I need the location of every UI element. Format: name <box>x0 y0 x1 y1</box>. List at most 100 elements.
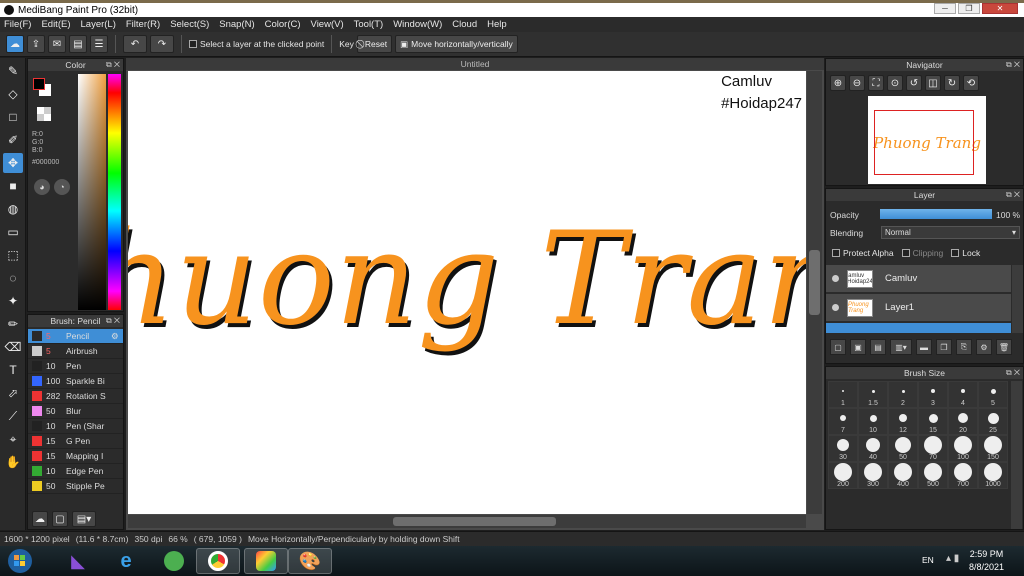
divide-tool-icon[interactable]: ⟋ <box>3 406 23 426</box>
brush-size-option[interactable]: 100 <box>948 435 978 462</box>
magic-wand-tool-icon[interactable]: ✦ <box>3 291 23 311</box>
minimize-icon[interactable]: ─ <box>934 3 956 14</box>
text-tool-icon[interactable]: T <box>3 360 23 380</box>
visibility-icon[interactable] <box>832 275 839 282</box>
taskbar-medibang[interactable] <box>244 548 288 574</box>
menu-item[interactable]: Layer(L) <box>81 19 116 30</box>
layer-settings-icon[interactable]: ⚙ <box>976 339 992 355</box>
brush-size-option[interactable]: 10 <box>858 408 888 435</box>
restore-icon[interactable]: ❐ <box>958 3 980 14</box>
brush-size-option[interactable]: 5 <box>978 381 1008 408</box>
color-picker-icon[interactable]: ◔ <box>54 179 70 195</box>
navigator-viewport[interactable] <box>874 110 974 175</box>
new-8bit-layer-icon[interactable]: ▤ <box>870 339 886 355</box>
dot-tool-icon[interactable]: □ <box>3 107 23 127</box>
brush-size-option[interactable]: 1 <box>828 381 858 408</box>
brush-item[interactable]: 282 Rotation S <box>28 389 123 404</box>
panel-close-icon[interactable]: ⧉ ✕ <box>106 316 120 326</box>
blending-select[interactable]: Normal ▾ <box>881 226 1020 239</box>
brush-item[interactable]: 100 Sparkle Bi <box>28 374 123 389</box>
flip-icon[interactable]: ◫ <box>925 75 941 91</box>
brush-item[interactable]: 15 G Pen <box>28 434 123 449</box>
menu-item[interactable]: File(F) <box>4 19 31 30</box>
clock[interactable]: 2:59 PM 8/8/2021 <box>969 548 1004 574</box>
opacity-slider[interactable] <box>880 209 992 219</box>
new-halftone-layer-icon[interactable]: ▣ <box>850 339 866 355</box>
bucket-tool-icon[interactable]: ◍ <box>3 199 23 219</box>
brush-item[interactable]: 10 Edge Pen <box>28 464 123 479</box>
menu-item[interactable]: Snap(N) <box>219 19 254 30</box>
brush-size-option[interactable]: 300 <box>858 462 888 489</box>
select-eraser-tool-icon[interactable]: ⌫ <box>3 337 23 357</box>
vertical-scroll-thumb[interactable] <box>809 250 820 315</box>
gradient-tool-icon[interactable]: ▭ <box>3 222 23 242</box>
redo-button[interactable]: ↷ <box>150 35 174 53</box>
brush-item[interactable]: 5 Pencil ⚙ <box>28 329 123 344</box>
menu-item[interactable]: Edit(E) <box>41 19 70 30</box>
brush-item[interactable]: 50 Stipple Pe <box>28 479 123 494</box>
brush-size-option[interactable]: 20 <box>948 408 978 435</box>
brush-size-option[interactable]: 25 <box>978 408 1008 435</box>
lock-checkbox[interactable]: Lock <box>951 248 980 258</box>
add-layer-menu-icon[interactable]: ▥▾ <box>890 339 912 355</box>
canvas[interactable]: Phuong Trang Phuong Trang Camluv #Hoidap… <box>128 71 806 514</box>
hand-tool-icon[interactable]: ✋ <box>3 452 23 472</box>
brush-size-scrollbar[interactable] <box>1011 381 1022 529</box>
start-button[interactable] <box>2 548 38 574</box>
fit-icon[interactable]: ⛶ <box>868 75 884 91</box>
select-pen-tool-icon[interactable]: ✏ <box>3 314 23 334</box>
brush-item[interactable]: 15 Mapping I <box>28 449 123 464</box>
taskbar-internet-explorer[interactable]: e <box>104 548 148 574</box>
reset-view-icon[interactable]: ⟲ <box>963 75 979 91</box>
message-icon[interactable]: ▤ <box>69 35 87 53</box>
document-icon[interactable]: ☰ <box>90 35 108 53</box>
layer-row-selected[interactable] <box>826 323 1011 333</box>
taskbar-chrome[interactable] <box>196 548 240 574</box>
zoom-in-icon[interactable]: ⊕ <box>830 75 846 91</box>
brush-size-option[interactable]: 3 <box>918 381 948 408</box>
layer-row-layer1[interactable]: Phuong Trang Layer1 <box>826 294 1011 322</box>
menu-item[interactable]: Cloud <box>452 19 477 30</box>
brush-size-option[interactable]: 12 <box>888 408 918 435</box>
taskbar-paint[interactable]: 🎨 <box>288 548 332 574</box>
folder-icon[interactable]: ▬ <box>916 339 932 355</box>
menu-item[interactable]: Color(C) <box>265 19 301 30</box>
brush-tool-icon[interactable]: ✎ <box>3 61 23 81</box>
palette-icon[interactable]: ◕ <box>34 179 50 195</box>
brush-size-option[interactable]: 7 <box>828 408 858 435</box>
delete-layer-icon[interactable]: 🗑 <box>996 339 1012 355</box>
visibility-icon[interactable] <box>832 304 839 311</box>
menu-item[interactable]: Window(W) <box>393 19 442 30</box>
document-tab[interactable]: Untitled <box>126 58 824 70</box>
transparent-color-swatch[interactable] <box>37 107 51 121</box>
close-icon[interactable]: ✕ <box>982 3 1018 14</box>
brush-size-option[interactable]: 150 <box>978 435 1008 462</box>
select-layer-checkbox[interactable]: Select a layer at the clicked point <box>189 39 324 49</box>
brush-item[interactable]: 50 Blur <box>28 404 123 419</box>
taskbar-visual-studio[interactable]: ◣ <box>56 548 100 574</box>
brush-item[interactable]: 5 Airbrush <box>28 344 123 359</box>
share-icon[interactable]: ⇪ <box>27 35 45 53</box>
pen-tool-icon[interactable]: ✐ <box>3 130 23 150</box>
horizontal-scroll-thumb[interactable] <box>393 517 556 526</box>
duplicate-layer-icon[interactable]: ❐ <box>936 339 952 355</box>
brush-size-option[interactable]: 4 <box>948 381 978 408</box>
navigator-preview[interactable]: Phuong Trang <box>868 96 986 184</box>
fill-rect-tool-icon[interactable]: ■ <box>3 176 23 196</box>
comment-icon[interactable]: ✉ <box>48 35 66 53</box>
brush-size-option[interactable]: 500 <box>918 462 948 489</box>
brush-size-option[interactable]: 1.5 <box>858 381 888 408</box>
menu-item[interactable]: Filter(R) <box>126 19 160 30</box>
reset-button[interactable]: ⃠Reset <box>356 35 393 53</box>
protect-alpha-checkbox[interactable]: Protect Alpha <box>832 248 894 258</box>
tray-icons[interactable]: ▴ ▮ <box>946 553 959 564</box>
new-layer-icon[interactable]: ▢ <box>830 339 846 355</box>
zoom-out-icon[interactable]: ⊖ <box>849 75 865 91</box>
brush-cloud-icon[interactable]: ☁ <box>32 511 48 527</box>
brush-add-icon[interactable]: ▢ <box>52 511 68 527</box>
brush-size-option[interactable]: 70 <box>918 435 948 462</box>
merge-down-icon[interactable]: ⎘ <box>956 339 972 355</box>
brush-size-option[interactable]: 400 <box>888 462 918 489</box>
panel-close-icon[interactable]: ⧉ ✕ <box>1006 190 1020 200</box>
foreground-color-swatch[interactable] <box>33 78 45 90</box>
